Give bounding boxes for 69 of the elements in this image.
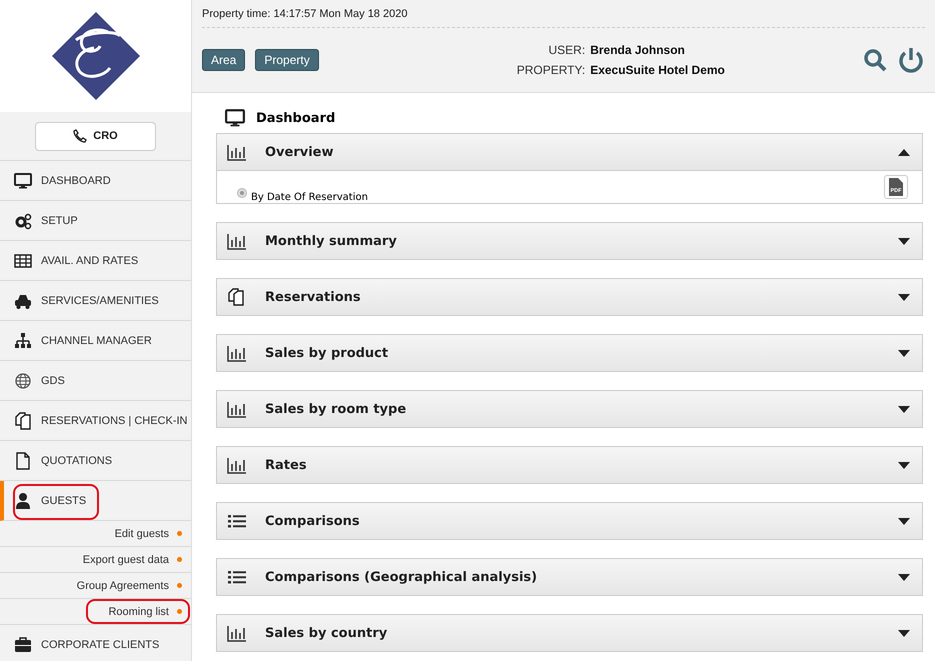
panel-header[interactable]: Sales by room type xyxy=(217,391,922,427)
property-label: PROPERTY: xyxy=(516,63,586,77)
panel-header[interactable]: Sales by country xyxy=(217,615,922,651)
sidebar-item[interactable]: SETUP xyxy=(0,201,191,241)
gears-icon xyxy=(14,212,32,230)
header-button[interactable]: Property xyxy=(255,49,319,71)
panel-header[interactable]: Overview xyxy=(217,134,922,170)
option-label: By Date Of Reservation xyxy=(251,192,368,203)
page-title: Dashboard xyxy=(256,110,336,126)
list-icon xyxy=(227,568,247,586)
file-icon xyxy=(14,452,32,470)
user-name: Brenda Johnson xyxy=(590,43,686,57)
list-icon xyxy=(227,512,247,530)
sidebar-item[interactable]: CHANNEL MANAGER xyxy=(0,321,191,361)
caret-icon xyxy=(898,148,910,156)
bullet-icon xyxy=(177,557,182,562)
panel-header[interactable]: Sales by product xyxy=(217,335,922,371)
grid-icon xyxy=(14,252,32,270)
sitemap-icon xyxy=(14,332,32,350)
bar-chart-icon xyxy=(227,232,247,250)
monitor-icon xyxy=(224,108,246,128)
property-name: ExecuSuite Hotel Demo xyxy=(590,63,725,77)
sidebar-item[interactable]: GDS xyxy=(0,361,191,401)
copy-icon xyxy=(14,412,32,430)
caret-icon xyxy=(898,350,910,356)
phone-icon xyxy=(73,129,88,143)
bullet-icon xyxy=(177,609,182,614)
user-icon xyxy=(14,492,32,510)
sidebar-item[interactable]: RESERVATIONS | CHECK-IN xyxy=(0,401,191,441)
sidebar-item[interactable]: CORPORATE CLIENTS xyxy=(0,625,191,661)
power-icon[interactable] xyxy=(897,46,925,74)
panel-header[interactable]: Comparisons (Geographical analysis) xyxy=(217,559,922,595)
submenu-item[interactable]: Rooming list xyxy=(0,599,191,625)
caret-icon xyxy=(898,462,910,468)
bar-chart-icon xyxy=(227,456,247,474)
submenu-item[interactable]: Export guest data xyxy=(0,547,191,573)
submenu-item[interactable]: Edit guests xyxy=(0,521,191,547)
sidebar-item[interactable]: QUOTATIONS xyxy=(0,441,191,481)
bullet-icon xyxy=(177,531,182,536)
user-label: USER: xyxy=(548,43,586,57)
caret-icon xyxy=(898,238,910,244)
cro-button[interactable]: CRO xyxy=(35,122,156,150)
caret-icon xyxy=(898,518,910,524)
caret-icon xyxy=(898,294,910,300)
radio-button[interactable] xyxy=(237,188,247,198)
submenu-item[interactable]: Group Agreements xyxy=(0,573,191,599)
sidebar-item[interactable]: DASHBOARD xyxy=(0,161,191,201)
panel-header[interactable]: Rates xyxy=(217,447,922,483)
sidebar-item[interactable]: GUESTS xyxy=(0,481,191,521)
property-time: Property time: 14:17:57 Mon May 18 2020 xyxy=(202,0,925,28)
search-icon[interactable] xyxy=(863,48,887,72)
sidebar-item[interactable]: SERVICES/AMENITIES xyxy=(0,281,191,321)
caret-icon xyxy=(898,406,910,412)
panel-header[interactable]: Comparisons xyxy=(217,503,922,539)
bar-chart-icon xyxy=(227,143,247,161)
panel-header[interactable]: Reservations xyxy=(217,279,922,315)
monitor-icon xyxy=(14,172,32,190)
sidebar-item[interactable]: AVAIL. AND RATES xyxy=(0,241,191,281)
logo-icon xyxy=(50,10,142,102)
bar-chart-icon xyxy=(227,344,247,362)
panel-header[interactable]: Monthly summary xyxy=(217,223,922,259)
caret-icon xyxy=(898,630,910,636)
caret-icon xyxy=(898,574,910,580)
bar-chart-icon xyxy=(227,624,247,642)
globe-icon xyxy=(14,372,32,390)
briefcase-icon xyxy=(14,636,32,654)
bullet-icon xyxy=(177,583,182,588)
header-button[interactable]: Area xyxy=(202,49,246,71)
bar-chart-icon xyxy=(227,400,247,418)
